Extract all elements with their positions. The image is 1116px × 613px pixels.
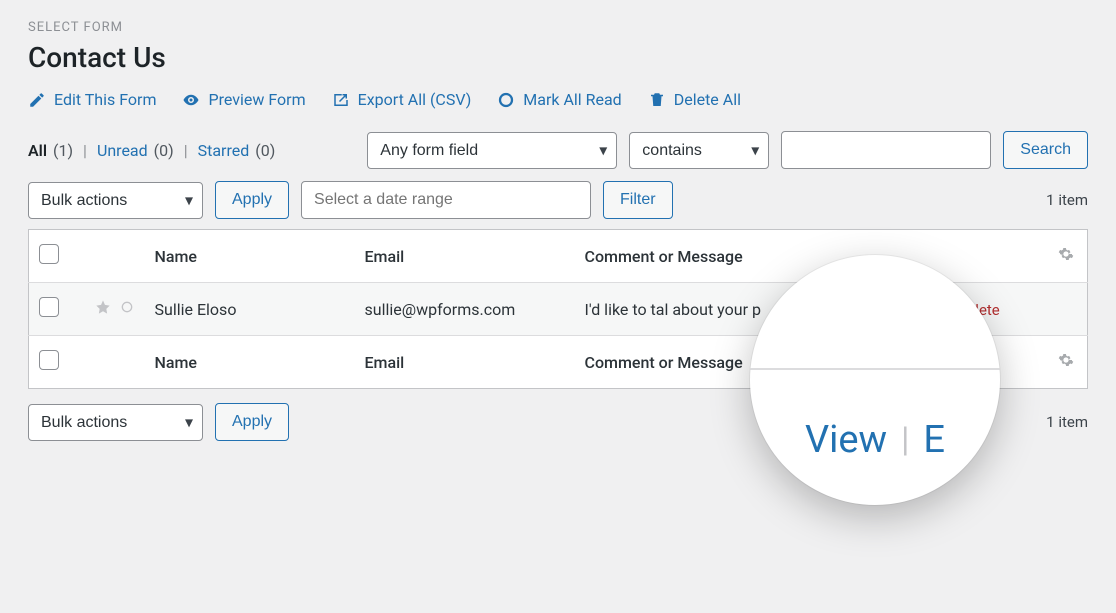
filter-all[interactable]: All (28, 141, 47, 160)
row-name: Sullie Eloso (145, 283, 355, 336)
item-count-bottom: 1 item (1046, 413, 1088, 431)
export-icon (332, 91, 350, 109)
search-button[interactable]: Search (1003, 131, 1088, 169)
pencil-icon (28, 91, 46, 109)
filter-unread[interactable]: Unread (97, 141, 148, 160)
action-links: Edit This Form Preview Form Export All (… (28, 90, 1088, 109)
bulk-actions-select-bottom[interactable]: Bulk actions (28, 404, 203, 441)
magnified-edit-partial[interactable]: E (923, 418, 945, 462)
row-checkbox[interactable] (39, 297, 59, 317)
column-name-footer[interactable]: Name (145, 336, 355, 389)
select-all-checkbox-bottom[interactable] (39, 350, 59, 370)
mark-read-label: Mark All Read (523, 90, 621, 109)
circle-icon (497, 91, 515, 109)
filter-starred-count: (0) (255, 141, 275, 160)
mark-read-link[interactable]: Mark All Read (497, 90, 621, 109)
gear-icon[interactable] (1058, 353, 1074, 372)
edit-form-label: Edit This Form (54, 90, 156, 109)
filter-button[interactable]: Filter (603, 181, 673, 219)
row-email: sullie@wpforms.com (355, 283, 575, 336)
preview-form-link[interactable]: Preview Form (182, 90, 305, 109)
filter-starred[interactable]: Starred (198, 141, 250, 160)
search-field-select[interactable]: Any form field (367, 132, 617, 169)
delete-all-label: Delete All (674, 90, 741, 109)
select-form-label: SELECT FORM (28, 20, 1088, 35)
item-count-top: 1 item (1046, 191, 1088, 209)
read-status-icon[interactable] (119, 299, 135, 319)
star-icon[interactable] (95, 299, 111, 319)
date-range-input[interactable] (301, 181, 591, 219)
filter-all-count: (1) (53, 141, 73, 160)
apply-button-top[interactable]: Apply (215, 181, 289, 219)
search-value-input[interactable] (781, 131, 991, 169)
export-csv-label: Export All (CSV) (358, 90, 472, 109)
magnified-view-link[interactable]: View (805, 418, 887, 462)
row-indicators (95, 299, 135, 319)
apply-button-bottom[interactable]: Apply (215, 403, 289, 441)
column-email[interactable]: Email (355, 230, 575, 283)
edit-form-link[interactable]: Edit This Form (28, 90, 156, 109)
select-all-checkbox-top[interactable] (39, 244, 59, 264)
delete-all-link[interactable]: Delete All (648, 90, 741, 109)
page-title: Contact Us (28, 41, 1088, 74)
eye-icon (182, 91, 200, 109)
preview-form-label: Preview Form (208, 90, 305, 109)
column-name[interactable]: Name (145, 230, 355, 283)
search-condition-select[interactable]: contains (629, 132, 769, 169)
magnifier-overlay: View | E (750, 255, 1000, 505)
gear-icon[interactable] (1058, 247, 1074, 266)
filter-unread-count: (0) (154, 141, 174, 160)
trash-icon (648, 91, 666, 109)
export-csv-link[interactable]: Export All (CSV) (332, 90, 472, 109)
column-email-footer[interactable]: Email (355, 336, 575, 389)
status-filter: All (1) | Unread (0) | Starred (0) (28, 141, 275, 160)
bulk-actions-select-top[interactable]: Bulk actions (28, 182, 203, 219)
